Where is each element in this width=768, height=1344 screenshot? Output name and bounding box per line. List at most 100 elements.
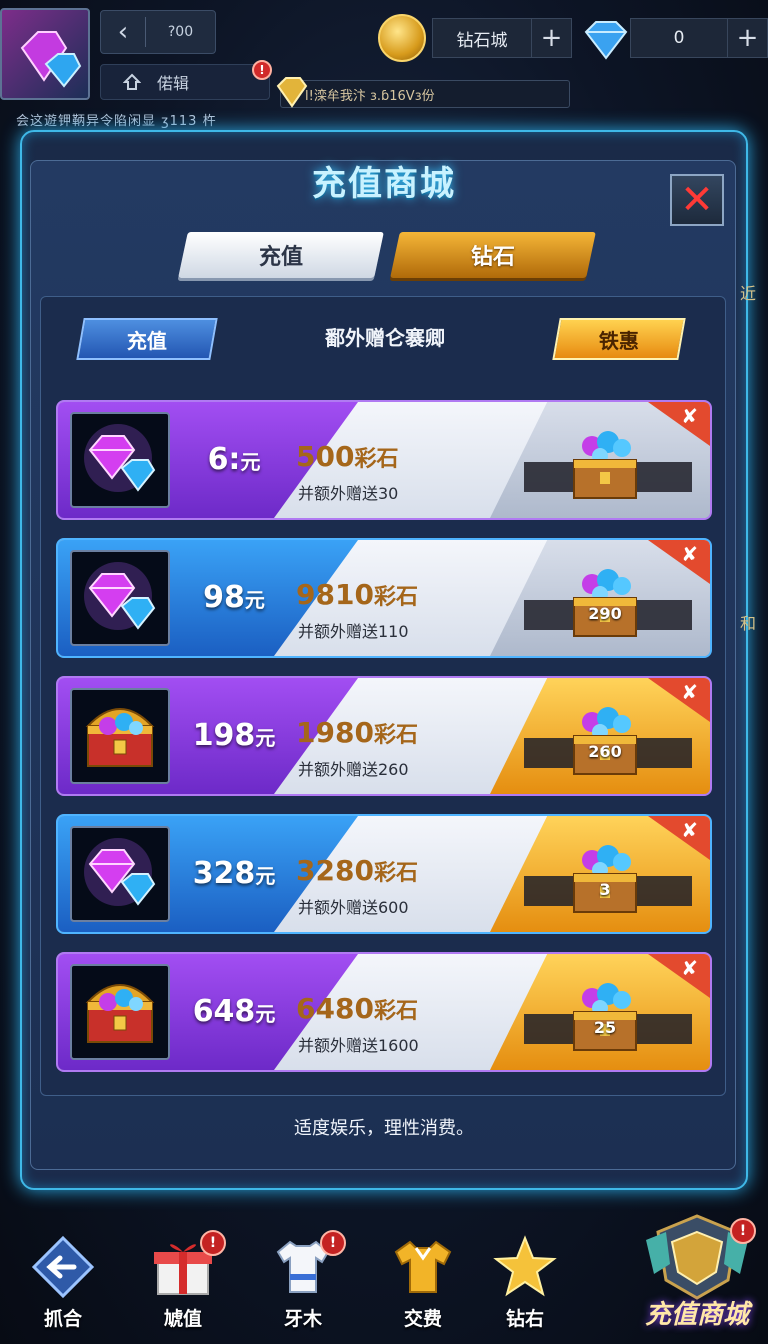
product-row[interactable]: 6:元 500彩石 并额外赠送30 ✘ (56, 400, 712, 520)
product-amount: 500彩石 (296, 440, 399, 473)
currency-diamond-value: 0 (673, 28, 685, 48)
currency-box-diamond: 0 + (630, 18, 768, 58)
product-amount: 9810彩石 (296, 578, 418, 611)
gems-icon (84, 424, 156, 492)
tab-diamond[interactable]: 钻石 (390, 232, 596, 278)
nav-item-shirt[interactable]: ! 牙木 (248, 1226, 358, 1344)
product-price: 98元 (203, 580, 265, 615)
reward-value: 260 (588, 742, 622, 761)
user-label: 偌辑 (157, 74, 190, 93)
nav-item-jersey[interactable]: 交费 (368, 1226, 478, 1344)
reward-value: 290 (588, 604, 622, 623)
top-back-button[interactable]: ‹ ?00 (100, 10, 216, 54)
product-bonus: 并额外赠送110 (298, 622, 409, 641)
treasure-chest-icon (85, 708, 155, 767)
nav-label-star: 钻右 (505, 1308, 544, 1330)
nav-label-jersey: 交费 (403, 1308, 442, 1330)
reward-chest-icon (573, 431, 637, 499)
add-diamond-button[interactable]: + (727, 19, 767, 57)
nav-item-back[interactable]: 抓合 (8, 1226, 118, 1344)
reward-chest-icon (573, 707, 637, 775)
tab-recharge-label: 充值 (258, 245, 303, 270)
reward-chest (562, 696, 648, 786)
product-row[interactable]: 328元 3280彩石并额外赠送600 3 ✘ (56, 814, 712, 934)
product-amount: 6480彩石 (296, 992, 418, 1025)
side-hint-1: 近 (740, 284, 757, 303)
nav-badge-gift: ! (200, 1230, 226, 1256)
product-icon-box (70, 550, 170, 646)
extra-bonus-heading: 鄱外赠仑褰卿 (325, 326, 445, 350)
gem-avatar-icon (20, 31, 82, 88)
corner-badge-icon: ✘ (681, 680, 698, 704)
product-row[interactable]: 648元 6480彩石并额外赠送1600 25 ✘ (56, 952, 712, 1072)
treasure-chest-icon (85, 984, 155, 1043)
reward-value: 3 (599, 880, 611, 899)
gems-icon (84, 562, 156, 630)
add-gold-button[interactable]: + (531, 19, 571, 57)
product-price: 6:元 (207, 442, 261, 477)
product-icon-box (70, 826, 170, 922)
product-bonus: 并额外赠送1600 (298, 1036, 419, 1055)
side-hint-2: 和 (740, 614, 757, 633)
nav-label-shirt: 牙木 (283, 1308, 322, 1330)
home-icon (123, 73, 141, 90)
player-avatar[interactable] (0, 8, 90, 100)
reward-value: 25 (593, 1018, 617, 1037)
nav-item-gift[interactable]: ! 虓值 (128, 1226, 238, 1344)
ticker-text: 会这遊钾鞆异令陷闲显 ʒ113 杵 (16, 114, 217, 129)
product-price: 198元 (192, 718, 276, 753)
close-icon: ✕ (680, 177, 714, 223)
gold-info-text: l!滦牟我汴 ɜ.ɓ16Vɜ份 (305, 88, 435, 104)
close-button[interactable]: ✕ (670, 174, 724, 226)
user-notification-badge: ! (252, 60, 272, 80)
product-bonus: 并额外赠送260 (298, 760, 409, 779)
user-label-button[interactable]: 偌辑 (100, 64, 270, 100)
corner-badge-icon: ✘ (681, 956, 698, 980)
product-price: 648元 (192, 994, 276, 1029)
nav-label-shop: 充值商城 (644, 1300, 749, 1330)
tab-diamond-label: 钻石 (470, 245, 515, 270)
product-amount: 1980彩石 (296, 716, 418, 749)
product-icon-box (70, 688, 170, 784)
product-bonus: 并额外赠送600 (298, 898, 409, 917)
product-icon-box (70, 964, 170, 1060)
product-row[interactable]: 198元 1980彩石并额外赠送260 260 ✘ (56, 676, 712, 796)
reward-chest-icon (573, 845, 637, 913)
reward-chest-icon (573, 983, 637, 1051)
reward-chest (562, 972, 648, 1062)
star-icon (493, 1235, 557, 1297)
reward-chest (562, 558, 648, 648)
product-price: 328元 (192, 856, 276, 891)
corner-badge-icon: ✘ (681, 818, 698, 842)
gold-coin-icon (378, 14, 426, 62)
nav-label-gift: 虓值 (163, 1308, 202, 1330)
product-row[interactable]: 98元 9810彩石并额外赠送110 290 ✘ (56, 538, 712, 658)
sub-recharge-button[interactable]: 充值 (76, 318, 218, 360)
product-amount: 3280彩石 (296, 854, 418, 887)
gems-icon (84, 838, 156, 906)
product-icon-box (70, 412, 170, 508)
nav-item-star[interactable]: 钻右 (470, 1226, 580, 1344)
footer-note: 适度娱乐，理性消费。 (294, 1118, 474, 1139)
nav-label-back: 抓合 (43, 1308, 82, 1330)
sub-discount-button[interactable]: 铁惠 (552, 318, 686, 360)
back-arrow-icon (31, 1235, 95, 1299)
modal-title: 充值商城 (312, 164, 456, 204)
nav-badge-shirt: ! (320, 1230, 346, 1256)
tab-recharge[interactable]: 充值 (178, 232, 384, 278)
corner-badge-icon: ✘ (681, 542, 698, 566)
gold-info-box: l!滦牟我汴 ɜ.ɓ16Vɜ份 (280, 80, 570, 108)
nav-item-shop[interactable]: ! 充值商城 (626, 1210, 768, 1344)
reward-chest (562, 834, 648, 924)
gold-gem-icon (276, 77, 308, 108)
product-bonus: 并额外赠送30 (298, 484, 399, 503)
jersey-icon (394, 1240, 452, 1293)
reward-chest (562, 420, 648, 510)
reward-chest-icon (573, 569, 637, 637)
back-value: ?00 (167, 24, 194, 40)
sub-discount-label: 铁惠 (599, 328, 639, 353)
currency-box-gold: 钻石城 + (432, 18, 572, 58)
nav-badge-shop: ! (730, 1218, 756, 1244)
sub-recharge-label: 充值 (127, 328, 167, 353)
currency-gold-label: 钻石城 (456, 30, 508, 51)
